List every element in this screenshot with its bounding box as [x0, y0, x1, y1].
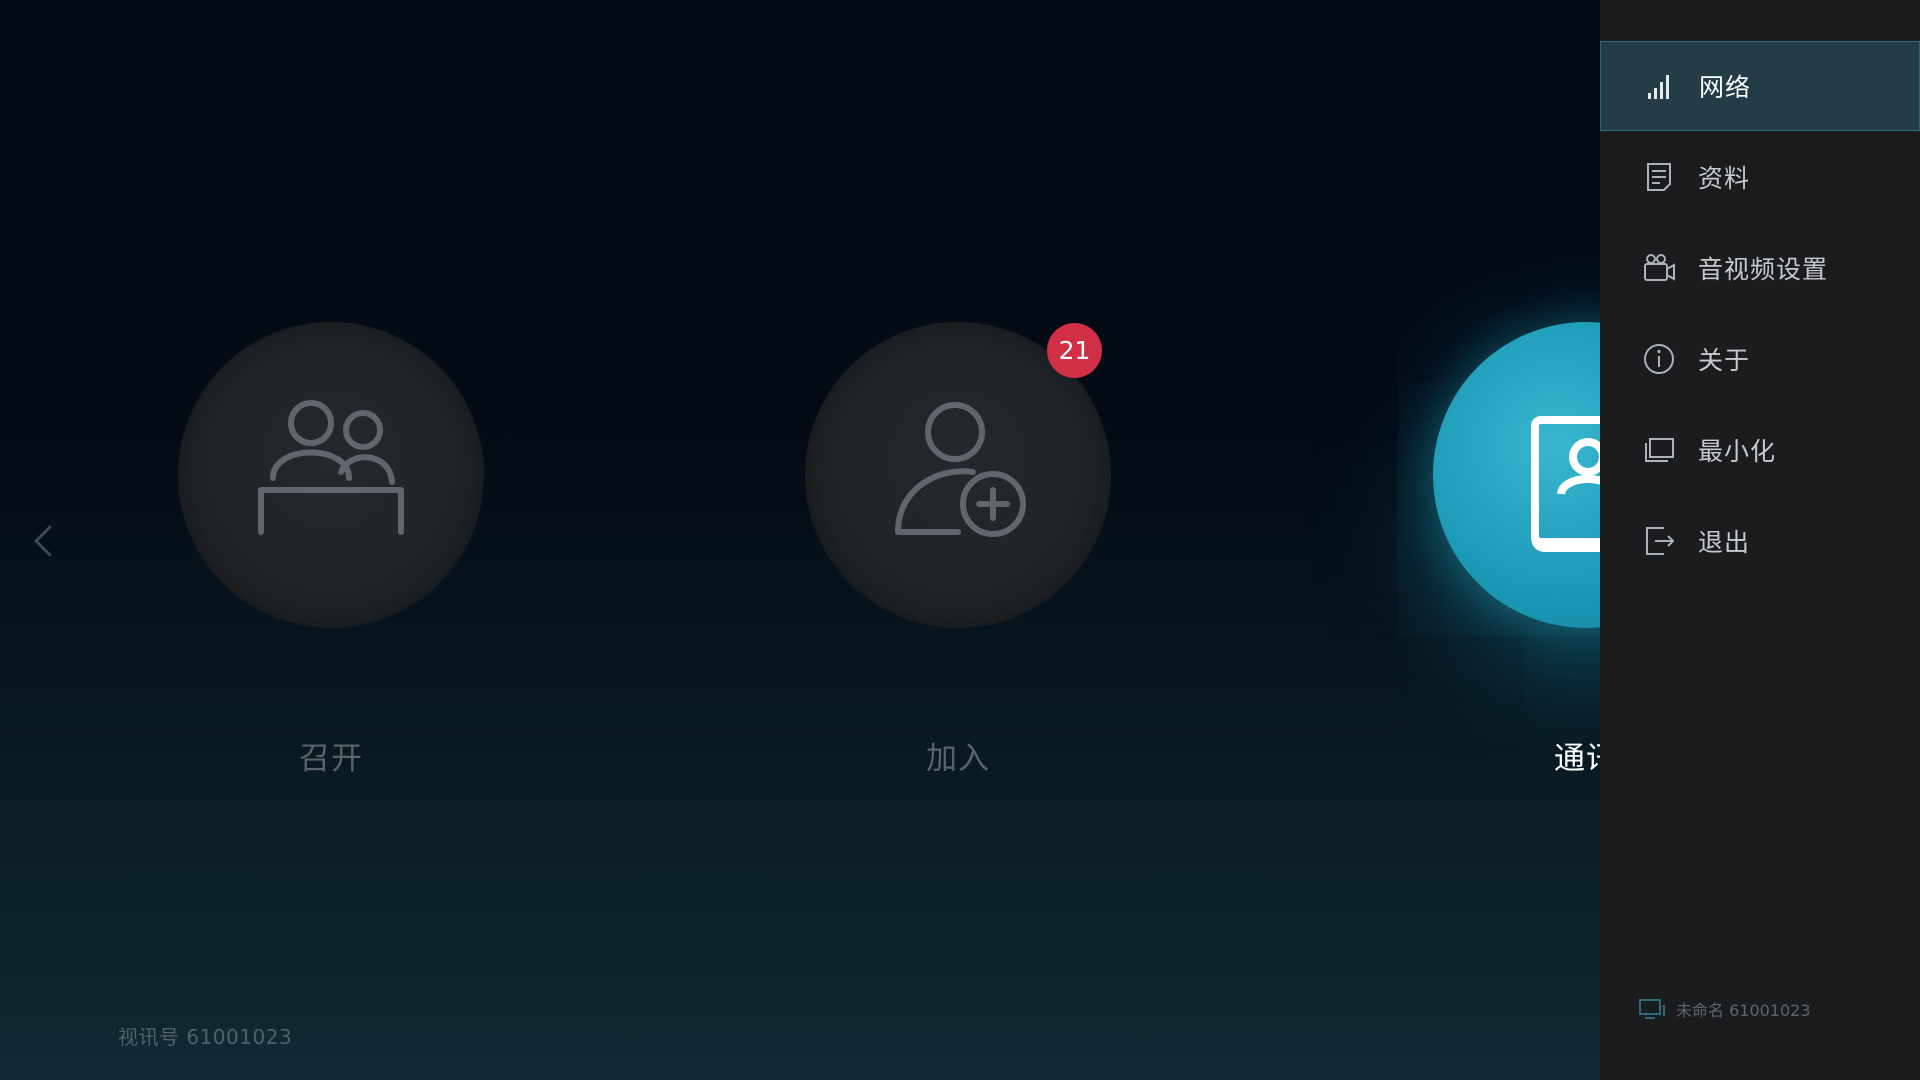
host-meeting-label: 召开: [299, 741, 363, 777]
document-icon: [1647, 163, 1671, 191]
join-meeting-label: 加入: [926, 741, 990, 777]
exit-icon: [1646, 527, 1675, 555]
device-info: 未命名 61001023: [1638, 997, 1811, 1021]
menu-item-network[interactable]: 网络: [1600, 41, 1920, 131]
video-camera-icon: [1644, 254, 1675, 281]
main-screen: 召开 加入 21 通讯 视讯号 61001023 网络 资料 音视频设置 关于 …: [0, 0, 1920, 1080]
minimize-window-icon: [1645, 438, 1674, 462]
menu-item-about[interactable]: 关于: [1600, 314, 1920, 404]
device-screen-icon: [1639, 999, 1665, 1019]
menu-item-minimize[interactable]: 最小化: [1600, 405, 1920, 495]
side-menu-panel: 网络 资料 音视频设置 关于 最小化 退出: [1600, 0, 1920, 1080]
menu-label-exit: 退出: [1698, 528, 1751, 557]
menu-label-about: 关于: [1698, 346, 1751, 375]
menu-label-minimize: 最小化: [1698, 437, 1777, 466]
meeting-id-text: 视讯号 61001023: [118, 1025, 293, 1049]
meeting-host-icon: [258, 400, 404, 535]
host-meeting-button[interactable]: [178, 322, 484, 628]
menu-item-av-settings[interactable]: 音视频设置: [1600, 223, 1920, 313]
menu-label-network: 网络: [1699, 73, 1752, 102]
menu-item-materials[interactable]: 资料: [1600, 132, 1920, 222]
chevron-left-icon[interactable]: [30, 524, 58, 558]
menu-item-exit[interactable]: 退出: [1600, 496, 1920, 586]
signal-bars-icon: [1648, 75, 1669, 99]
info-icon: [1644, 344, 1674, 374]
notification-badge: 21: [1047, 323, 1102, 378]
menu-label-av-settings: 音视频设置: [1698, 255, 1829, 284]
menu-label-materials: 资料: [1698, 164, 1751, 193]
device-name-text: 未命名 61001023: [1676, 1001, 1811, 1020]
